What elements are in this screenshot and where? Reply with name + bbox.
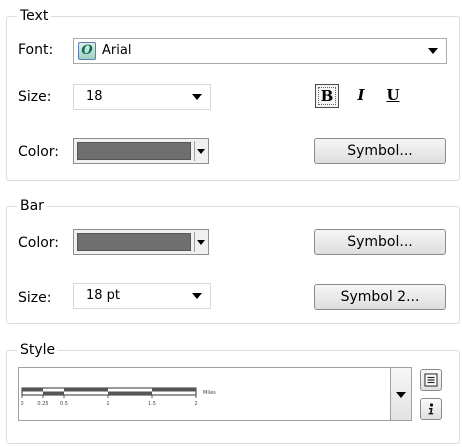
truetype-font-icon: O xyxy=(78,42,96,60)
style-properties-button[interactable] xyxy=(420,369,442,391)
text-color-picker[interactable] xyxy=(73,138,209,164)
text-size-label: Size: xyxy=(18,89,52,105)
text-size-value: 18 xyxy=(86,89,103,104)
bar-group-title: Bar xyxy=(17,197,47,215)
scalebar-style-preview[interactable]: 0 0.25 0.5 1 1.5 2 Miles xyxy=(18,367,391,421)
style-info-button[interactable] xyxy=(420,398,442,420)
font-select[interactable]: O Arial xyxy=(73,38,447,64)
bar-symbol-button[interactable]: Symbol... xyxy=(314,229,446,255)
bold-button[interactable]: B xyxy=(315,84,339,108)
bar-color-picker[interactable] xyxy=(73,229,209,255)
style-group-title: Style xyxy=(17,341,59,359)
text-symbol-button[interactable]: Symbol... xyxy=(314,138,446,164)
scale-tick-label: 0 xyxy=(21,401,24,407)
underline-button[interactable]: U xyxy=(381,84,405,108)
text-size-select[interactable]: 18 xyxy=(73,84,211,110)
style-dropdown-button[interactable] xyxy=(391,367,412,421)
chevron-down-icon xyxy=(192,94,202,100)
bar-size-value: 18 pt xyxy=(86,288,121,303)
text-color-swatch xyxy=(77,142,191,160)
scale-units-label: Miles xyxy=(203,390,216,396)
chevron-down-icon xyxy=(192,293,202,299)
scale-tick-label: 0.25 xyxy=(37,401,48,407)
scale-tick-label: 1.5 xyxy=(148,401,156,407)
bar-size-label: Size: xyxy=(18,290,52,306)
bar-color-swatch xyxy=(77,233,191,251)
bar-color-label: Color: xyxy=(18,235,60,251)
chevron-down-icon xyxy=(197,240,205,245)
chevron-down-icon xyxy=(428,48,438,54)
text-group-title: Text xyxy=(17,7,52,25)
scale-tick-label: 2 xyxy=(194,401,197,407)
text-color-label: Color: xyxy=(18,144,60,160)
italic-button[interactable]: I xyxy=(349,84,373,108)
divider xyxy=(194,232,195,252)
bar-size-select[interactable]: 18 pt xyxy=(73,283,211,309)
divider xyxy=(194,141,195,161)
scalebar-preview-graphic: 0 0.25 0.5 1 1.5 2 Miles xyxy=(21,387,216,407)
properties-icon xyxy=(424,373,438,387)
bar-symbol2-button[interactable]: Symbol 2... xyxy=(314,284,446,310)
chevron-down-icon xyxy=(396,392,406,398)
scale-tick-label: 1 xyxy=(106,401,109,407)
font-label: Font: xyxy=(18,42,54,58)
chevron-down-icon xyxy=(197,149,205,154)
font-select-value: Arial xyxy=(102,43,132,58)
scale-tick-label: 0.5 xyxy=(60,401,68,407)
info-icon xyxy=(428,403,434,415)
